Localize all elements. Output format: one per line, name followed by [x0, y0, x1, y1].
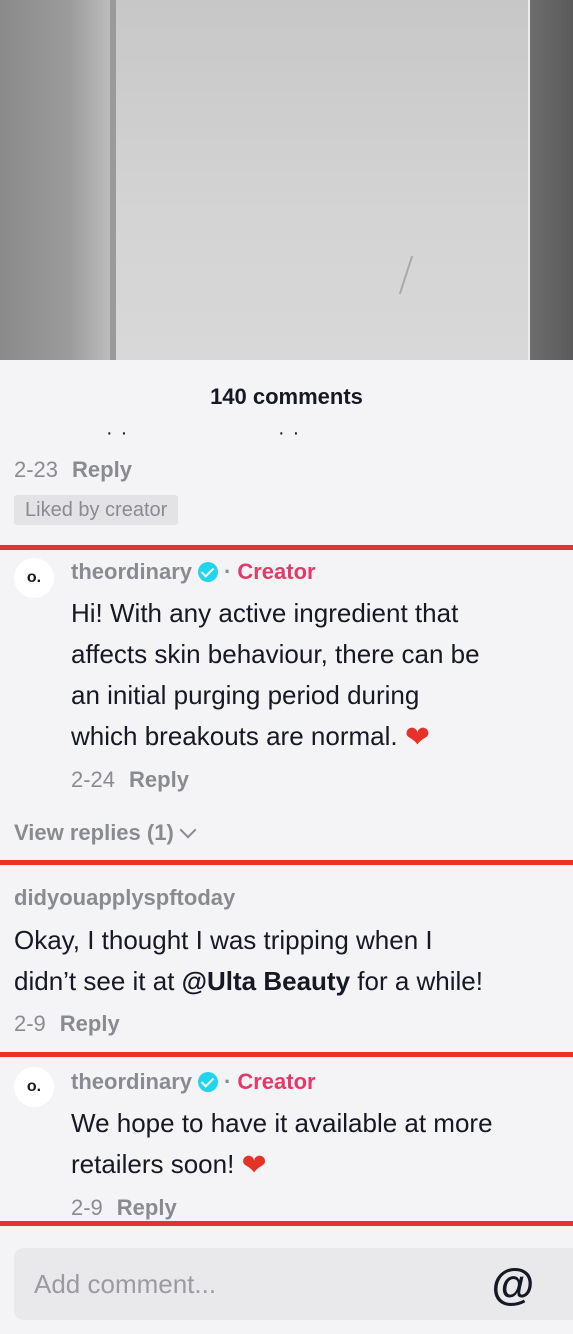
comment-date: 2-9 — [14, 1011, 46, 1036]
video-frame-panel — [110, 0, 530, 360]
comment-body: Okay, I thought I was tripping when I di… — [14, 920, 483, 1002]
creator-tag: Creator — [237, 559, 316, 584]
comment-line-text: retailers soon! — [71, 1149, 235, 1179]
comment-line: We hope to have it available at more — [71, 1108, 493, 1138]
comment-line: an initial purging period during — [71, 680, 420, 710]
comment-input-container: @ ☺ — [14, 1248, 573, 1320]
username-link[interactable]: theordinary — [71, 559, 192, 584]
comment-date: 2-9 — [71, 1195, 103, 1220]
comments-sheet: 140 comments ·· ·· 2-23 Reply Liked by cr… — [0, 360, 573, 1334]
truncated-text-dots: ·· — [278, 422, 308, 444]
comment-count-title: 140 comments — [210, 384, 363, 409]
comment-meta: 2-24 Reply — [71, 767, 189, 793]
mention-at-icon[interactable]: @ — [490, 1262, 536, 1308]
username-link[interactable]: theordinary — [71, 1069, 192, 1094]
comment-body: We hope to have it available at more ret… — [71, 1103, 493, 1186]
reply-button[interactable]: Reply — [72, 457, 132, 482]
creator-tag: Creator — [237, 1069, 316, 1094]
verified-badge-icon — [198, 562, 219, 582]
comment-meta: 2-9 Reply — [71, 1195, 177, 1221]
comment-body: Hi! With any active ingredient that affe… — [71, 593, 480, 758]
comment-line: didn’t see it at @Ulta Beauty for a whil… — [14, 961, 483, 1002]
avatar[interactable]: o. — [14, 1067, 54, 1107]
verified-badge-icon — [198, 1072, 219, 1092]
truncated-text-dots: ·· — [106, 422, 136, 444]
separator-dot: · — [224, 559, 232, 584]
video-preview[interactable] — [0, 0, 573, 360]
avatar[interactable]: o. — [14, 558, 54, 598]
comment-line-text: didn’t see it at — [14, 966, 182, 996]
heart-emoji-icon: ❤ — [241, 1149, 267, 1182]
username-link[interactable]: didyouapplyspftoday — [14, 885, 235, 911]
highlight-divider — [0, 1052, 573, 1057]
comment-author: theordinary · Creator — [71, 1069, 316, 1095]
highlight-divider — [0, 860, 573, 865]
view-replies-button[interactable]: View replies (1) — [14, 820, 197, 846]
reply-button[interactable]: Reply — [129, 767, 189, 792]
comment-date: 2-24 — [71, 767, 116, 792]
separator-dot: · — [224, 1069, 232, 1094]
mention-link[interactable]: @Ulta Beauty — [182, 966, 350, 996]
comment-meta: 2-23 Reply — [14, 457, 132, 483]
comment-date: 2-23 — [14, 457, 59, 482]
reply-button[interactable]: Reply — [60, 1011, 120, 1036]
comment-author: theordinary · Creator — [71, 559, 316, 585]
comment-line: which breakouts are normal. ❤ — [71, 716, 480, 758]
comment-line: Okay, I thought I was tripping when I — [14, 925, 433, 955]
comment-line-text: for a while! — [350, 966, 483, 996]
liked-by-creator-badge: Liked by creator — [14, 495, 179, 525]
highlight-divider — [0, 1221, 573, 1226]
view-replies-label: View replies (1) — [14, 820, 174, 845]
comment-meta: 2-9 Reply — [14, 1011, 120, 1037]
comment-line: affects skin behaviour, there can be — [71, 639, 480, 669]
highlight-divider — [0, 545, 573, 550]
heart-emoji-icon: ❤ — [404, 721, 430, 754]
comment-line-text: which breakouts are normal. — [71, 721, 398, 751]
comment-input-bar: @ ☺ — [0, 1230, 573, 1334]
comment-line: Hi! With any active ingredient that — [71, 598, 459, 628]
reply-button[interactable]: Reply — [117, 1195, 177, 1220]
chevron-down-icon — [179, 821, 197, 839]
add-comment-input[interactable] — [34, 1248, 474, 1320]
comment-line: retailers soon! ❤ — [71, 1144, 493, 1186]
